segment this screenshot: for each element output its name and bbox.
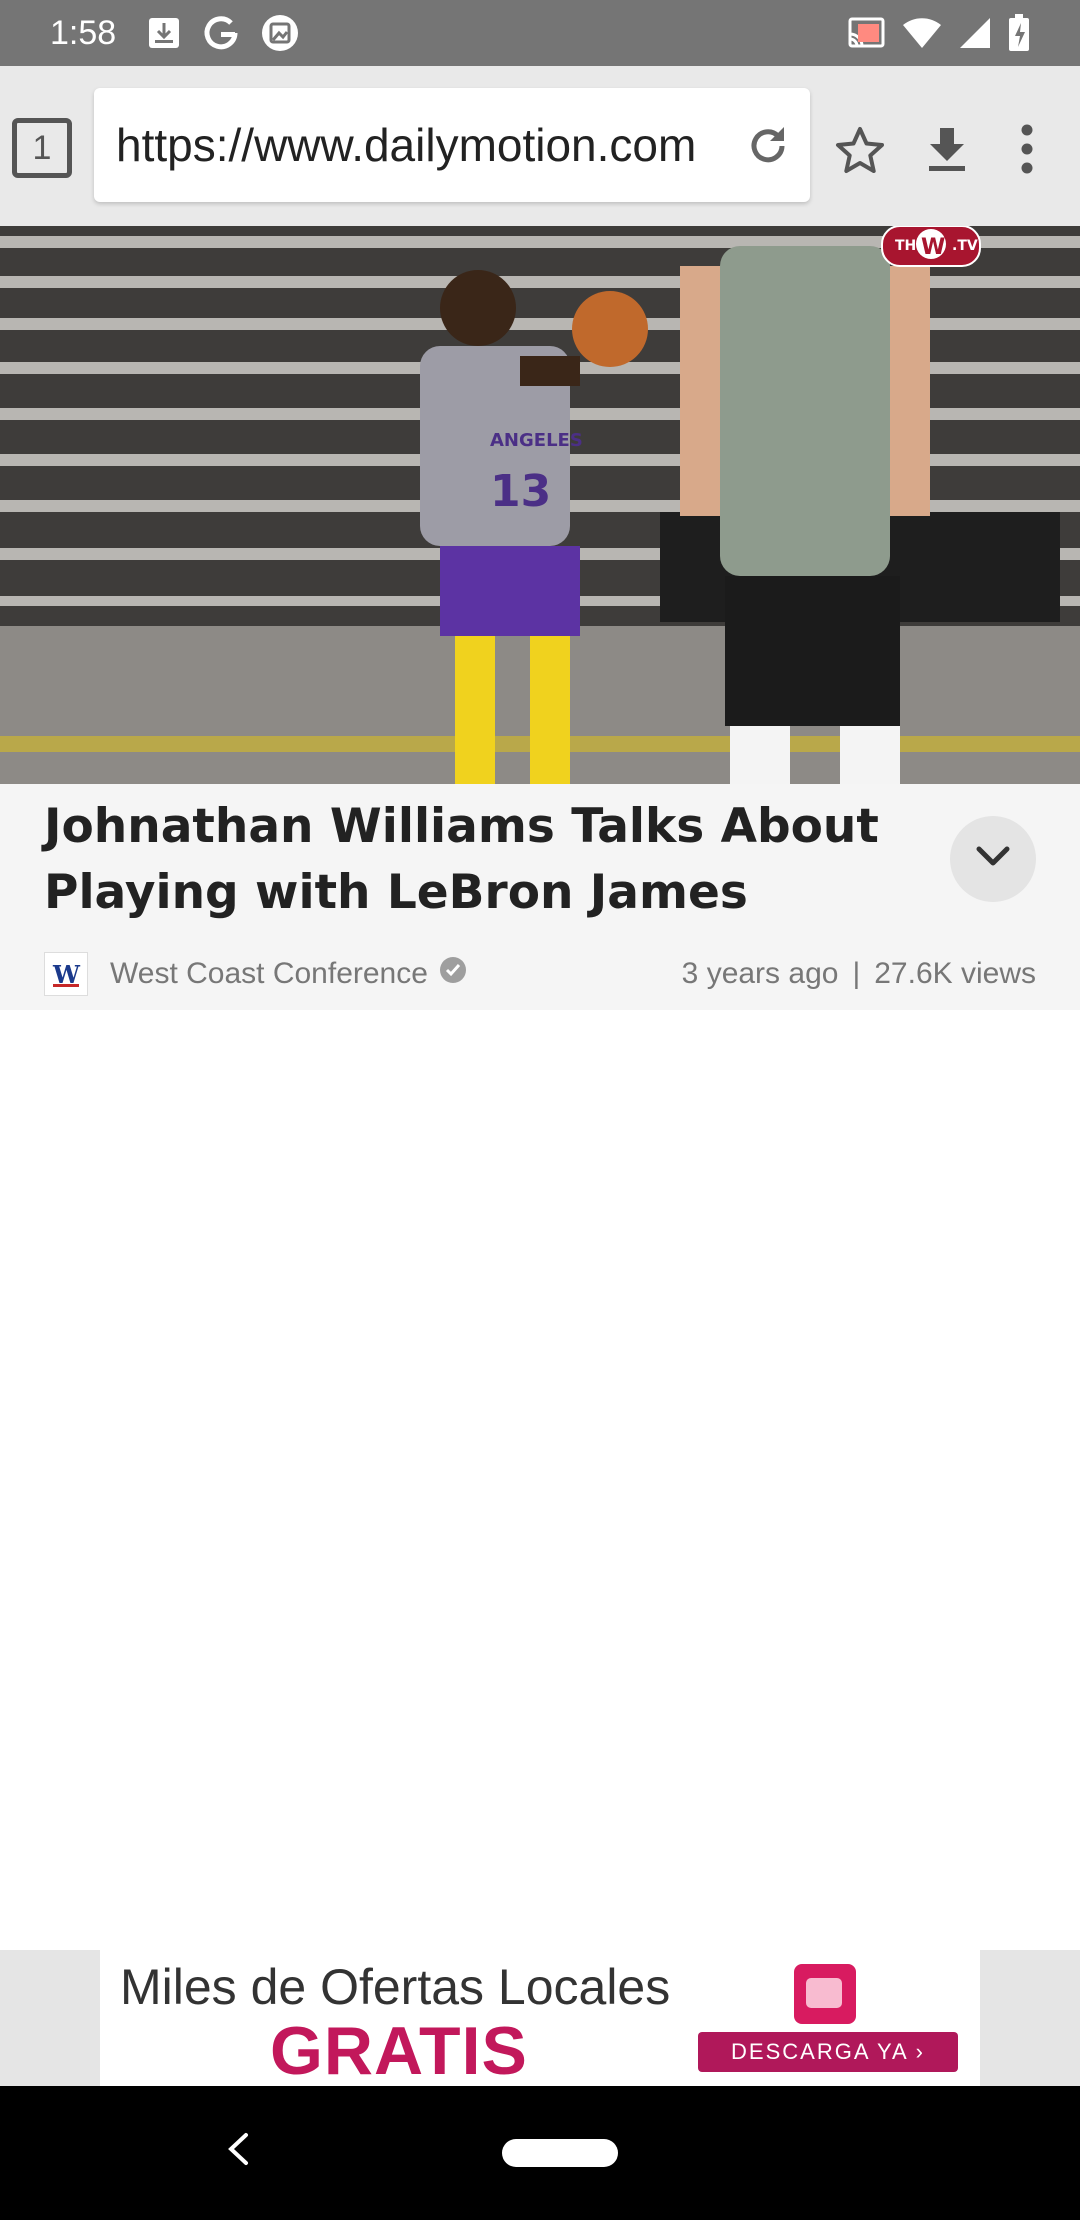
tab-switcher-button[interactable]: 1 — [12, 118, 72, 178]
status-bar: 1:58 — [0, 0, 1080, 66]
jersey-number: 13 — [490, 466, 551, 517]
view-count: 27.6K views — [874, 957, 1036, 990]
video-title: Johnathan Williams Talks About Playing w… — [44, 799, 879, 920]
cast-icon — [846, 16, 886, 50]
signal-icon — [958, 16, 992, 50]
status-time: 1:58 — [50, 13, 117, 52]
meta-separator: | — [852, 957, 861, 990]
expand-details-button[interactable] — [950, 816, 1036, 902]
ad-headline: Miles de Ofertas Locales — [120, 1959, 671, 2015]
home-pill-button[interactable] — [502, 2139, 618, 2167]
verified-icon — [438, 955, 468, 993]
video-stats: 3 years ago | 27.6K views — [682, 957, 1036, 991]
reload-icon[interactable] — [744, 122, 792, 174]
ad-container: Miles de Ofertas Locales GRATIS DESCARGA… — [0, 1950, 1080, 2086]
status-icons-right — [846, 14, 1030, 52]
browser-toolbar: 1 https://www.dailymotion.com — [0, 66, 1080, 226]
video-frame: THE W .TV ANGELES 13 — [0, 226, 1080, 784]
chevron-down-icon — [975, 845, 1011, 873]
jersey-text: ANGELES — [490, 430, 583, 451]
ad-app-icon — [794, 1964, 856, 2028]
star-icon[interactable] — [833, 124, 887, 182]
download-icon[interactable] — [923, 124, 971, 178]
wifi-icon — [902, 16, 942, 50]
google-icon — [202, 14, 240, 52]
channel-name[interactable]: West Coast Conference — [110, 957, 428, 991]
back-icon[interactable] — [226, 2132, 250, 2170]
image-icon — [260, 13, 300, 53]
url-text[interactable]: https://www.dailymotion.com — [116, 118, 716, 172]
channel-logo[interactable]: W — [44, 952, 88, 996]
video-age: 3 years ago — [681, 957, 839, 990]
url-bar[interactable]: https://www.dailymotion.com — [94, 88, 810, 202]
svg-text:.TV: .TV — [952, 238, 978, 254]
ad-subheadline: GRATIS — [270, 2013, 528, 2086]
svg-text:W: W — [921, 235, 945, 260]
more-vert-icon[interactable] — [1020, 124, 1034, 178]
video-player[interactable]: THE W .TV ANGELES 13 — [0, 226, 1080, 784]
battery-charging-icon — [1008, 14, 1030, 52]
download-icon — [146, 15, 182, 51]
video-details: Johnathan Williams Talks About Playing w… — [0, 784, 1080, 1010]
ad-banner[interactable]: Miles de Ofertas Locales GRATIS DESCARGA… — [100, 1950, 980, 2086]
system-nav-bar — [0, 2086, 1080, 2220]
ad-download-button[interactable]: DESCARGA YA › — [698, 2032, 958, 2072]
video-meta: W West Coast Conference 3 years ago | 27… — [44, 952, 1036, 996]
status-icons-left — [146, 13, 300, 53]
